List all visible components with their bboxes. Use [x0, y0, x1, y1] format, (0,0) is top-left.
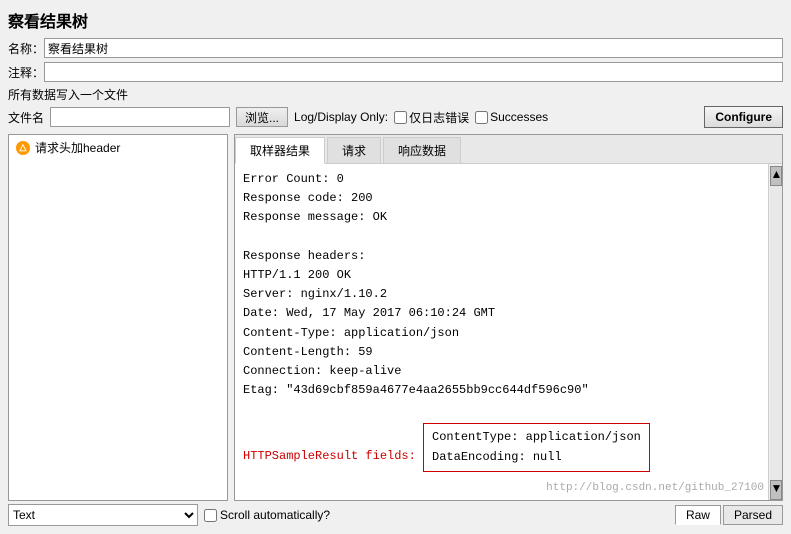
bottom-row: Text Scroll automatically? Raw Parsed — [8, 501, 783, 526]
tabs-row: 取样器结果 请求 响应数据 — [235, 135, 782, 164]
tab-request[interactable]: 请求 — [327, 137, 381, 163]
comment-input[interactable] — [44, 62, 783, 82]
http-fields-label: HTTPSampleResult fields: — [243, 450, 416, 464]
scrollbar[interactable]: ▲ ▼ — [768, 164, 782, 500]
http-field-data-encoding: DataEncoding: null — [432, 448, 641, 467]
parsed-tab[interactable]: Parsed — [723, 505, 783, 525]
content-text: Error Count: 0 Response code: 200 Respon… — [235, 164, 768, 500]
raw-tab[interactable]: Raw — [675, 505, 721, 525]
browse-button[interactable]: 浏览... — [236, 107, 288, 127]
line-server: Server: nginx/1.10.2 — [243, 285, 760, 304]
watermark: http://blog.csdn.net/github_27100 — [546, 480, 764, 498]
log-display-label: Log/Display Only: — [294, 110, 388, 124]
scroll-up-arrow[interactable]: ▲ — [770, 166, 782, 186]
page-title: 察看结果树 — [8, 8, 783, 32]
tree-item-label: 请求头加header — [35, 139, 120, 156]
scroll-auto-text: Scroll automatically? — [220, 508, 330, 522]
errors-label: 仅日志错误 — [409, 109, 469, 126]
file-label: 文件名 — [8, 109, 44, 126]
http-fields-section: HTTPSampleResult fields: ContentType: ap… — [243, 419, 760, 475]
successes-label: Successes — [490, 110, 548, 124]
line-etag: Etag: "43d69cbf859a4677e4aa2655bb9cc644d… — [243, 381, 760, 400]
comment-label: 注释： — [8, 64, 44, 81]
successes-checkbox-label[interactable]: Successes — [475, 110, 548, 124]
line-connection: Connection: keep-alive — [243, 362, 760, 381]
text-dropdown[interactable]: Text — [8, 504, 198, 526]
line-content-type: Content-Type: application/json — [243, 324, 760, 343]
raw-parsed-tabs: Raw Parsed — [675, 505, 783, 525]
scroll-down-arrow[interactable]: ▼ — [770, 480, 782, 500]
scroll-auto-label[interactable]: Scroll automatically? — [204, 508, 330, 522]
line-response-message: Response message: OK — [243, 208, 760, 227]
errors-checkbox[interactable] — [394, 111, 407, 124]
line-response-code: Response code: 200 — [243, 189, 760, 208]
errors-checkbox-label[interactable]: 仅日志错误 — [394, 109, 469, 126]
file-input[interactable] — [50, 107, 230, 127]
name-label: 名称： — [8, 40, 44, 57]
scroll-track — [770, 186, 782, 480]
warning-icon: △ — [15, 140, 31, 156]
line-content-length: Content-Length: 59 — [243, 343, 760, 362]
tree-panel: △ 请求头加header — [8, 134, 228, 501]
right-panel: 取样器结果 请求 响应数据 Error Count: 0 Response co… — [234, 134, 783, 501]
configure-button[interactable]: Configure — [704, 106, 783, 128]
text-select[interactable]: Text — [8, 504, 198, 526]
scroll-auto-checkbox[interactable] — [204, 509, 217, 522]
line-date: Date: Wed, 17 May 2017 06:10:24 GMT — [243, 304, 760, 323]
successes-checkbox[interactable] — [475, 111, 488, 124]
tree-item[interactable]: △ 请求头加header — [9, 135, 227, 160]
name-input[interactable] — [44, 38, 783, 58]
line-blank1 — [243, 228, 760, 247]
line-error-count: Error Count: 0 — [243, 170, 760, 189]
http-field-content-type: ContentType: application/json — [432, 428, 641, 447]
http-fields-box: ContentType: application/json DataEncodi… — [423, 423, 650, 471]
tab-response-data[interactable]: 响应数据 — [383, 137, 461, 163]
tab-sampler-result[interactable]: 取样器结果 — [235, 137, 325, 164]
line-response-headers: Response headers: — [243, 247, 760, 266]
line-http-version: HTTP/1.1 200 OK — [243, 266, 760, 285]
bottom-left: Text Scroll automatically? — [8, 504, 330, 526]
line-blank2 — [243, 400, 760, 419]
file-section-title: 所有数据写入一个文件 — [8, 86, 783, 103]
